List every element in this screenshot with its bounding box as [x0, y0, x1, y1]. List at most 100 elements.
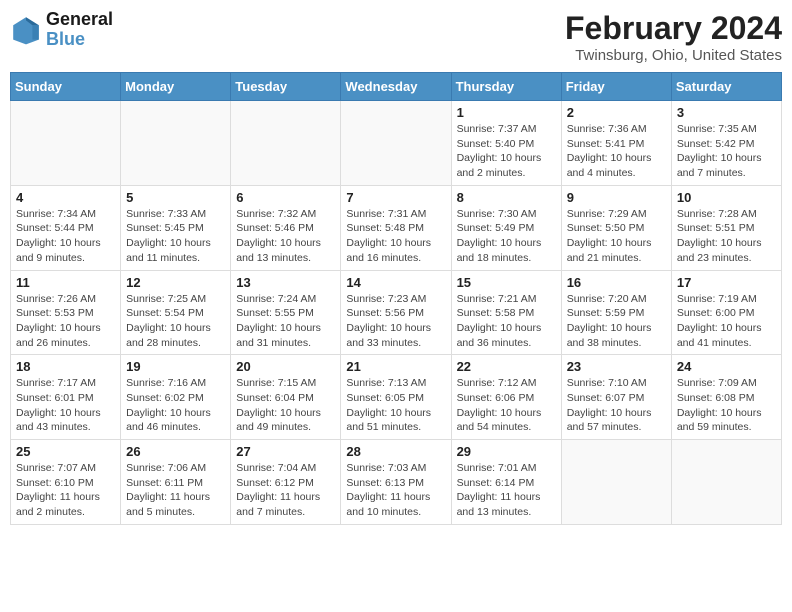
subtitle: Twinsburg, Ohio, United States — [565, 47, 782, 64]
calendar-cell: 24 Sunrise: 7:09 AM Sunset: 6:08 PM Dayli… — [671, 355, 781, 440]
calendar-cell: 9 Sunrise: 7:29 AM Sunset: 5:50 PM Daylig… — [561, 185, 671, 270]
calendar-cell: 6 Sunrise: 7:32 AM Sunset: 5:46 PM Daylig… — [231, 185, 341, 270]
calendar-cell — [341, 101, 451, 186]
day-info: Sunrise: 7:23 AM Sunset: 5:56 PM Dayligh… — [346, 292, 445, 351]
calendar-week-row-1: 1 Sunrise: 7:37 AM Sunset: 5:40 PM Daylig… — [11, 101, 782, 186]
calendar-cell: 21 Sunrise: 7:13 AM Sunset: 6:05 PM Dayli… — [341, 355, 451, 440]
calendar-cell — [11, 101, 121, 186]
weekday-header-row: SundayMondayTuesdayWednesdayThursdayFrid… — [11, 73, 782, 101]
day-number: 10 — [677, 190, 776, 205]
day-number: 22 — [457, 359, 556, 374]
day-info: Sunrise: 7:26 AM Sunset: 5:53 PM Dayligh… — [16, 292, 115, 351]
day-info: Sunrise: 7:12 AM Sunset: 6:06 PM Dayligh… — [457, 376, 556, 435]
calendar-cell: 11 Sunrise: 7:26 AM Sunset: 5:53 PM Dayli… — [11, 270, 121, 355]
day-number: 17 — [677, 275, 776, 290]
calendar-cell: 25Sunrise: 7:07 AM Sunset: 6:10 PM Dayli… — [11, 440, 121, 525]
day-number: 19 — [126, 359, 225, 374]
day-info: Sunrise: 7:33 AM Sunset: 5:45 PM Dayligh… — [126, 207, 225, 266]
day-info: Sunrise: 7:19 AM Sunset: 6:00 PM Dayligh… — [677, 292, 776, 351]
weekday-header-wednesday: Wednesday — [341, 73, 451, 101]
logo-icon — [10, 14, 42, 46]
day-number: 12 — [126, 275, 225, 290]
calendar-cell: 29 Sunrise: 7:01 AM Sunset: 6:14 PM Dayli… — [451, 440, 561, 525]
calendar-cell: 2 Sunrise: 7:36 AM Sunset: 5:41 PM Daylig… — [561, 101, 671, 186]
calendar-cell: 23Sunrise: 7:10 AM Sunset: 6:07 PM Dayli… — [561, 355, 671, 440]
day-info: Sunrise: 7:09 AM Sunset: 6:08 PM Dayligh… — [677, 376, 776, 435]
calendar-cell: 7 Sunrise: 7:31 AM Sunset: 5:48 PM Daylig… — [341, 185, 451, 270]
day-number: 4 — [16, 190, 115, 205]
day-info: Sunrise: 7:32 AM Sunset: 5:46 PM Dayligh… — [236, 207, 335, 266]
day-number: 5 — [126, 190, 225, 205]
calendar-week-row-5: 25Sunrise: 7:07 AM Sunset: 6:10 PM Dayli… — [11, 440, 782, 525]
day-number: 29 — [457, 444, 556, 459]
day-number: 13 — [236, 275, 335, 290]
calendar-cell: 20 Sunrise: 7:15 AM Sunset: 6:04 PM Dayli… — [231, 355, 341, 440]
calendar-cell: 5 Sunrise: 7:33 AM Sunset: 5:45 PM Daylig… — [121, 185, 231, 270]
day-info: Sunrise: 7:30 AM Sunset: 5:49 PM Dayligh… — [457, 207, 556, 266]
weekday-header-saturday: Saturday — [671, 73, 781, 101]
calendar-cell: 22 Sunrise: 7:12 AM Sunset: 6:06 PM Dayli… — [451, 355, 561, 440]
day-number: 20 — [236, 359, 335, 374]
calendar-cell: 12 Sunrise: 7:25 AM Sunset: 5:54 PM Dayli… — [121, 270, 231, 355]
calendar-cell: 10 Sunrise: 7:28 AM Sunset: 5:51 PM Dayli… — [671, 185, 781, 270]
day-info: Sunrise: 7:36 AM Sunset: 5:41 PM Dayligh… — [567, 122, 666, 181]
day-number: 28 — [346, 444, 445, 459]
calendar-cell: 16 Sunrise: 7:20 AM Sunset: 5:59 PM Dayli… — [561, 270, 671, 355]
day-info: Sunrise: 7:04 AM Sunset: 6:12 PM Dayligh… — [236, 461, 335, 520]
day-info: Sunrise: 7:31 AM Sunset: 5:48 PM Dayligh… — [346, 207, 445, 266]
calendar-cell: 28Sunrise: 7:03 AM Sunset: 6:13 PM Dayli… — [341, 440, 451, 525]
calendar-table: SundayMondayTuesdayWednesdayThursdayFrid… — [10, 72, 782, 525]
calendar-cell: 15 Sunrise: 7:21 AM Sunset: 5:58 PM Dayli… — [451, 270, 561, 355]
day-number: 18 — [16, 359, 115, 374]
day-number: 2 — [567, 105, 666, 120]
calendar-week-row-4: 18 Sunrise: 7:17 AM Sunset: 6:01 PM Dayli… — [11, 355, 782, 440]
day-info: Sunrise: 7:24 AM Sunset: 5:55 PM Dayligh… — [236, 292, 335, 351]
calendar-cell — [231, 101, 341, 186]
day-info: Sunrise: 7:10 AM Sunset: 6:07 PM Dayligh… — [567, 376, 666, 435]
day-number: 16 — [567, 275, 666, 290]
calendar-week-row-2: 4 Sunrise: 7:34 AM Sunset: 5:44 PM Daylig… — [11, 185, 782, 270]
day-info: Sunrise: 7:35 AM Sunset: 5:42 PM Dayligh… — [677, 122, 776, 181]
day-number: 3 — [677, 105, 776, 120]
day-number: 11 — [16, 275, 115, 290]
day-info: Sunrise: 7:06 AM Sunset: 6:11 PM Dayligh… — [126, 461, 225, 520]
day-info: Sunrise: 7:15 AM Sunset: 6:04 PM Dayligh… — [236, 376, 335, 435]
weekday-header-monday: Monday — [121, 73, 231, 101]
calendar-cell — [671, 440, 781, 525]
calendar-week-row-3: 11 Sunrise: 7:26 AM Sunset: 5:53 PM Dayli… — [11, 270, 782, 355]
day-number: 7 — [346, 190, 445, 205]
day-info: Sunrise: 7:21 AM Sunset: 5:58 PM Dayligh… — [457, 292, 556, 351]
day-number: 6 — [236, 190, 335, 205]
day-info: Sunrise: 7:07 AM Sunset: 6:10 PM Dayligh… — [16, 461, 115, 520]
day-info: Sunrise: 7:25 AM Sunset: 5:54 PM Dayligh… — [126, 292, 225, 351]
calendar-cell — [561, 440, 671, 525]
day-number: 1 — [457, 105, 556, 120]
calendar-cell: 3 Sunrise: 7:35 AM Sunset: 5:42 PM Daylig… — [671, 101, 781, 186]
day-info: Sunrise: 7:34 AM Sunset: 5:44 PM Dayligh… — [16, 207, 115, 266]
page-header: General Blue February 2024 Twinsburg, Oh… — [10, 10, 782, 64]
logo-text: General Blue — [46, 10, 113, 50]
day-number: 9 — [567, 190, 666, 205]
calendar-cell: 14Sunrise: 7:23 AM Sunset: 5:56 PM Dayli… — [341, 270, 451, 355]
day-number: 24 — [677, 359, 776, 374]
day-info: Sunrise: 7:20 AM Sunset: 5:59 PM Dayligh… — [567, 292, 666, 351]
title-block: February 2024 Twinsburg, Ohio, United St… — [565, 10, 782, 64]
day-info: Sunrise: 7:37 AM Sunset: 5:40 PM Dayligh… — [457, 122, 556, 181]
day-info: Sunrise: 7:13 AM Sunset: 6:05 PM Dayligh… — [346, 376, 445, 435]
calendar-cell: 8Sunrise: 7:30 AM Sunset: 5:49 PM Daylig… — [451, 185, 561, 270]
day-info: Sunrise: 7:29 AM Sunset: 5:50 PM Dayligh… — [567, 207, 666, 266]
day-number: 15 — [457, 275, 556, 290]
weekday-header-friday: Friday — [561, 73, 671, 101]
weekday-header-thursday: Thursday — [451, 73, 561, 101]
calendar-cell: 4 Sunrise: 7:34 AM Sunset: 5:44 PM Daylig… — [11, 185, 121, 270]
day-info: Sunrise: 7:01 AM Sunset: 6:14 PM Dayligh… — [457, 461, 556, 520]
day-number: 27 — [236, 444, 335, 459]
calendar-cell: 26 Sunrise: 7:06 AM Sunset: 6:11 PM Dayli… — [121, 440, 231, 525]
day-info: Sunrise: 7:28 AM Sunset: 5:51 PM Dayligh… — [677, 207, 776, 266]
day-number: 26 — [126, 444, 225, 459]
calendar-cell: 19Sunrise: 7:16 AM Sunset: 6:02 PM Dayli… — [121, 355, 231, 440]
calendar-cell: 17 Sunrise: 7:19 AM Sunset: 6:00 PM Dayli… — [671, 270, 781, 355]
day-info: Sunrise: 7:17 AM Sunset: 6:01 PM Dayligh… — [16, 376, 115, 435]
day-number: 21 — [346, 359, 445, 374]
weekday-header-sunday: Sunday — [11, 73, 121, 101]
